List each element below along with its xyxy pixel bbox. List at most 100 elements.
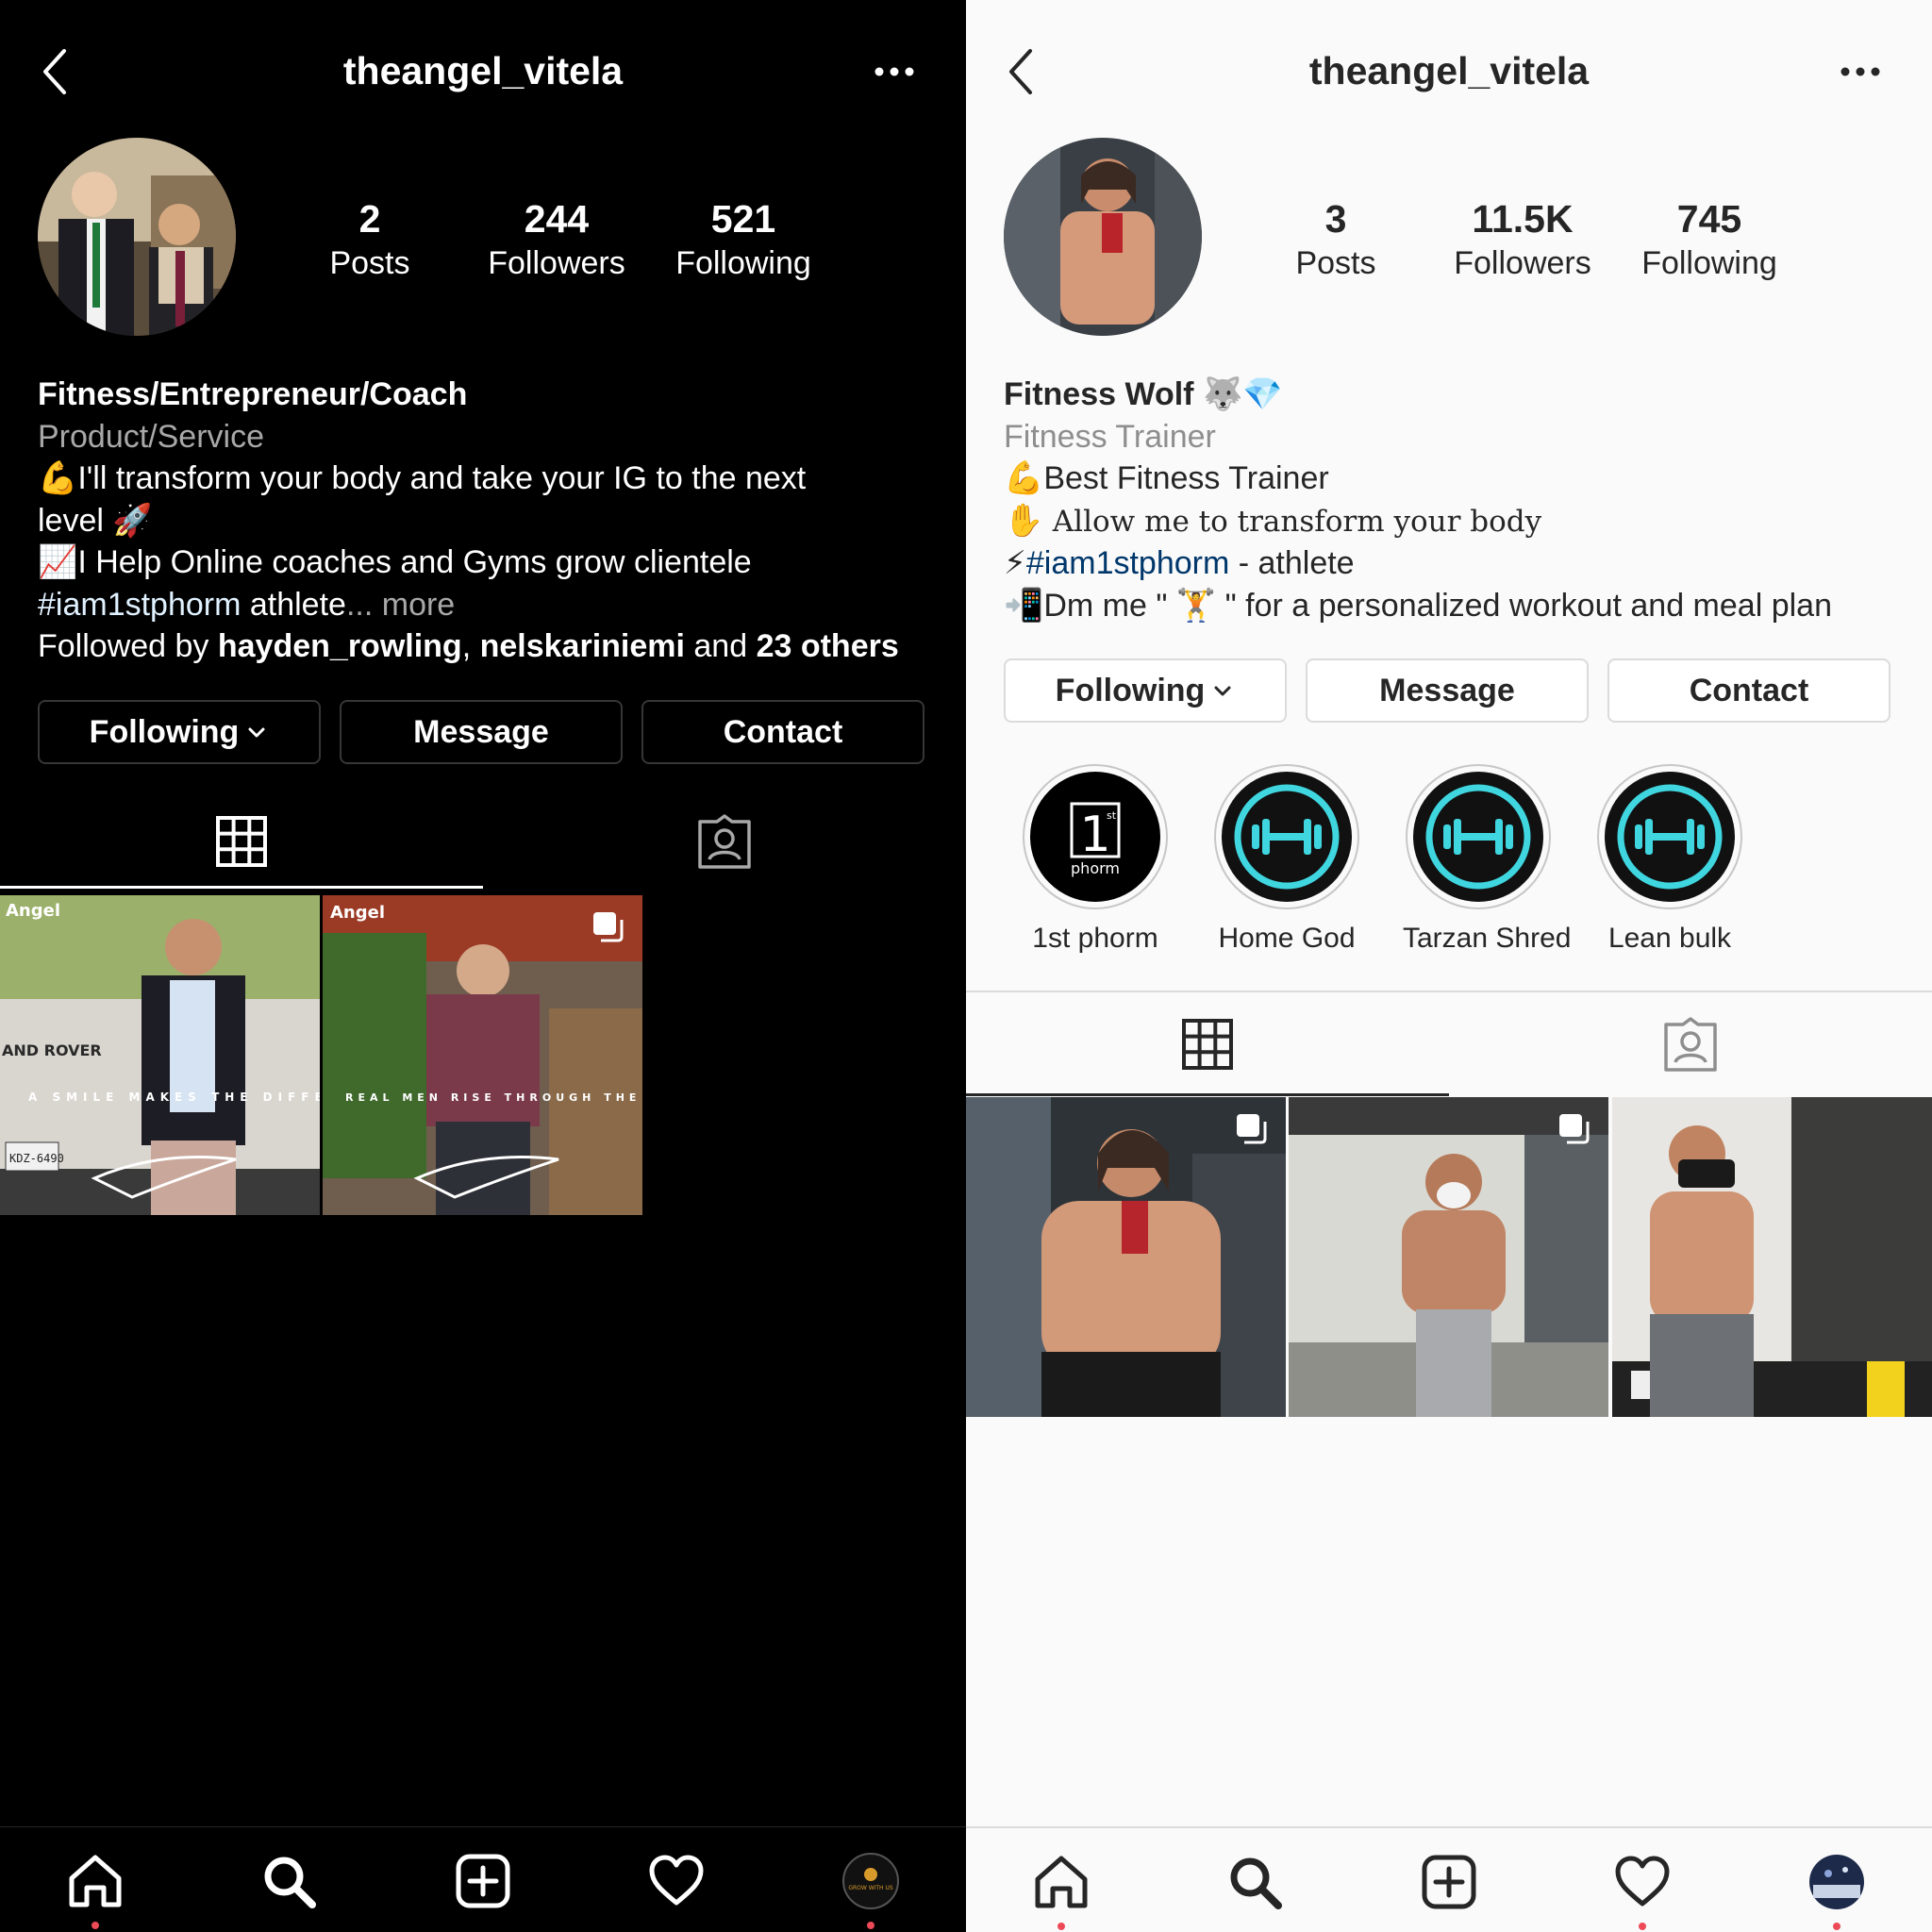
hashtag-link[interactable]: #iam1stphorm [38,587,241,623]
story-highlight[interactable]: 1 st phorm 1st phorm [1020,764,1171,955]
following-count: 745 [1676,197,1742,241]
svg-text:st: st [1107,809,1117,822]
profile-username: theangel_vitela [1308,49,1590,92]
tab-tagged[interactable] [483,794,966,889]
profile-avatar[interactable] [38,138,236,336]
message-button[interactable]: Message [1306,658,1589,723]
posts-count: 3 [1324,197,1347,241]
chart-emoji: 📈 [38,544,78,580]
bio-line-2: level 🚀 [38,502,153,539]
svg-text:phorm: phorm [1071,859,1120,877]
svg-text:Angel: Angel [6,901,60,921]
notification-dot [867,1922,874,1929]
following-stat[interactable]: 745 Following [1615,194,1804,283]
carousel-icon [1237,1114,1267,1144]
svg-text:REAL MEN RISE THROUGH THE TOUG: REAL MEN RISE THROUGH THE TOUGHEST TIMES [345,1091,642,1104]
dumbbell-icon [1425,784,1531,890]
activity-heart-icon[interactable] [1609,1849,1675,1915]
grid-icon [216,816,267,867]
svg-text:KDZ-6490: KDZ-6490 [9,1152,64,1165]
story-highlight[interactable]: Tarzan Shred [1403,764,1572,955]
followed-by[interactable]: Followed by hayden_rowling, nelskariniem… [38,625,943,668]
tab-grid[interactable] [0,794,483,889]
carousel-icon [593,912,624,942]
followed-by-user[interactable]: nelskariniemi [480,628,685,664]
notification-dot [1058,1923,1065,1930]
post-thumbnail[interactable] [1289,1097,1608,1417]
highlight-label: 1st phorm [1032,923,1158,954]
first-phorm-logo-icon: 1 st phorm [1070,802,1121,877]
followers-stat[interactable]: 244 Followers [462,194,651,283]
profile-tabs [966,991,1932,1096]
highlight-label: Lean bulk [1607,923,1732,954]
post-thumbnail[interactable] [1612,1097,1932,1417]
svg-text:Angel: Angel [330,903,385,923]
following-label: Following [675,245,811,281]
posts-count: 2 [358,197,381,241]
post-thumbnail[interactable]: Angel AND ROVER A SMILE MAKES THE DIFFER… [0,895,320,1215]
bio-line-2: ✋ Allow me to transform your body [1004,502,1542,539]
flexed-biceps-emoji: 💪 [1004,460,1044,496]
more-options-icon[interactable] [868,51,921,92]
post-thumbnail[interactable] [966,1097,1286,1417]
following-button[interactable]: Following [1004,658,1287,723]
svg-text:A SMILE MAKES THE DIFFERENCE: A SMILE MAKES THE DIFFERENCE [28,1091,320,1104]
activity-heart-icon[interactable] [643,1848,709,1914]
notification-dot [1639,1923,1646,1930]
posts-label: Posts [329,245,410,281]
profile-category: Fitness Trainer [1004,418,1216,455]
following-button[interactable]: Following [38,700,321,764]
bio-line-3: ⚡#iam1stphorm - athlete [1004,545,1355,581]
bio-more-link[interactable]: more [373,587,455,623]
lightning-emoji: ⚡ [1004,545,1026,581]
followed-by-user[interactable]: hayden_rowling [218,628,462,664]
svg-text:GROW WITH US: GROW WITH US [848,1885,893,1891]
bio-line-4: #iam1stphorm athlete... more [38,586,456,623]
tab-tagged[interactable] [1449,992,1932,1096]
story-highlight[interactable]: Lean bulk [1594,764,1745,955]
profile-tabs [0,794,966,889]
home-icon[interactable] [62,1848,128,1914]
tagged-person-icon [698,814,751,869]
followers-stat[interactable]: 11.5K Followers [1428,194,1617,283]
new-post-icon[interactable] [450,1848,516,1914]
profile-avatar[interactable] [1804,1849,1870,1915]
profile-avatar[interactable]: GROW WITH US [838,1848,904,1914]
chevron-down-icon [248,727,265,738]
more-options-icon[interactable] [1834,51,1887,92]
followers-count: 11.5K [1472,197,1574,241]
posts-stat[interactable]: 3 Posts [1241,194,1430,283]
followers-label: Followers [488,245,625,281]
post-thumbnail[interactable]: Angel REAL MEN RISE THROUGH THE TOUGHEST… [323,895,642,1215]
bio-line-1: 💪I'll transform your body and take your … [38,460,807,496]
bio-line-3: 📈I Help Online coaches and Gyms grow cli… [38,544,752,580]
hashtag-link[interactable]: #iam1stphorm [1026,545,1229,581]
bottom-nav [966,1826,1932,1932]
following-count: 521 [710,197,776,241]
svg-text:AND ROVER: AND ROVER [2,1041,102,1059]
home-icon[interactable] [1028,1849,1094,1915]
posts-stat[interactable]: 2 Posts [275,194,464,283]
dumbbell-icon [1617,784,1723,890]
bottom-nav: GROW WITH US [0,1826,966,1932]
profile-bio: Fitness Wolf 🐺💎 Fitness Trainer 💪Best Fi… [1004,374,1909,626]
right-profile-screen: theangel_vitela 3 Posts 11.5K Followers … [966,0,1932,1932]
highlight-label: Tarzan Shred [1403,923,1572,954]
profile-avatar[interactable] [1004,138,1202,336]
message-button[interactable]: Message [340,700,623,764]
search-icon[interactable] [1222,1849,1288,1915]
tab-grid[interactable] [966,992,1449,1096]
wolf-diamond-emoji: 🐺💎 [1202,376,1283,412]
profile-category: Product/Service [38,418,264,455]
bio-line-1: 💪Best Fitness Trainer [1004,460,1329,496]
followed-by-others[interactable]: 23 others [757,628,899,664]
following-stat[interactable]: 521 Following [649,194,838,283]
phone-arrow-emoji: 📲 [1004,587,1044,624]
raised-hand-emoji: ✋ [1004,502,1044,539]
new-post-icon[interactable] [1416,1849,1482,1915]
flexed-biceps-emoji: 💪 [38,460,78,496]
contact-button[interactable]: Contact [641,700,924,764]
contact-button[interactable]: Contact [1607,658,1890,723]
search-icon[interactable] [256,1848,322,1914]
story-highlight[interactable]: Home God [1211,764,1362,955]
